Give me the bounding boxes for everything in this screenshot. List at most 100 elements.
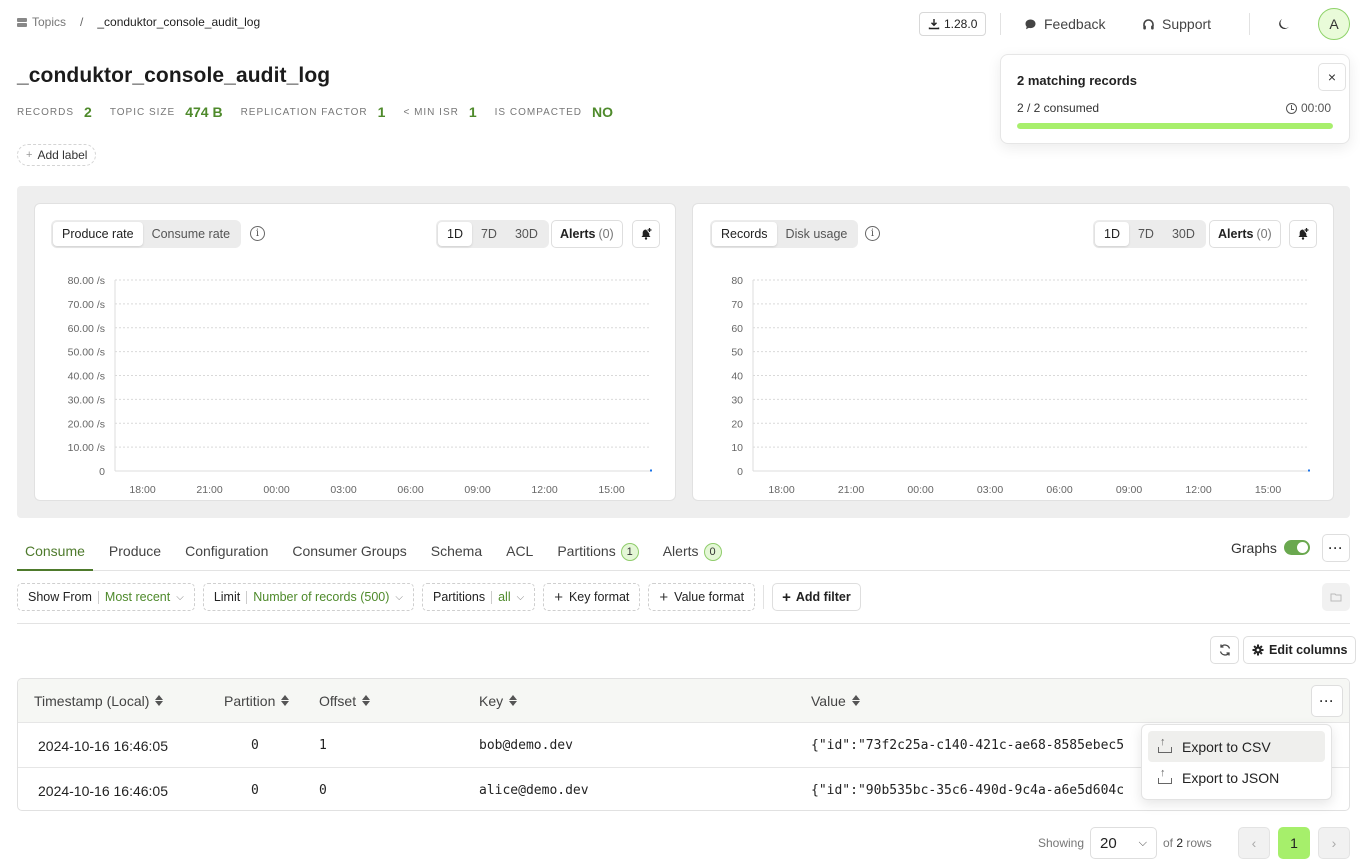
tab-records[interactable]: Records	[712, 222, 777, 246]
add-alert-button[interactable]	[1289, 220, 1317, 248]
column-label: Key	[479, 692, 504, 709]
breadcrumb-topics-label[interactable]: Topics	[32, 15, 66, 29]
x-tick-label: 03:00	[977, 484, 1003, 496]
x-tick-label: 09:00	[464, 484, 490, 496]
charts-section: Produce rate Consume rate i 1D 7D 30D Al…	[17, 186, 1350, 518]
saved-filters-button[interactable]	[1322, 583, 1350, 611]
records-chart-card: Records Disk usage i 1D 7D 30D Alerts (0…	[692, 203, 1334, 501]
toast-elapsed-value: 00:00	[1300, 101, 1331, 115]
plus-icon: +	[554, 588, 563, 606]
column-header-offset[interactable]: Offset	[319, 679, 371, 722]
tab-consume[interactable]: Consume	[17, 535, 93, 571]
refresh-button[interactable]	[1210, 636, 1239, 664]
y-tick-label: 40	[731, 371, 743, 383]
add-filter-button[interactable]: + Add filter	[772, 583, 861, 611]
add-label-text: Add label	[37, 148, 88, 162]
cell-partition: 0	[251, 783, 259, 798]
x-tick-label: 00:00	[907, 484, 933, 496]
alerts-button[interactable]: Alerts (0)	[551, 220, 623, 248]
of-label: of	[1163, 836, 1174, 850]
limit-filter[interactable]: Limit Number of records (500) ⌵	[202, 583, 414, 611]
tab-disk-usage[interactable]: Disk usage	[777, 222, 857, 246]
range-1d[interactable]: 1D	[1095, 222, 1129, 246]
range-1d[interactable]: 1D	[438, 222, 472, 246]
tab-label: Consume	[25, 543, 85, 559]
tab-produce-rate[interactable]: Produce rate	[53, 222, 143, 246]
gear-icon	[1252, 644, 1264, 656]
records-chart: 0 10 20 30 40 50 60 70 80 18:00 21:00 00:00 03:00 06:…	[731, 275, 1310, 496]
key-format-button[interactable]: + Key format	[543, 583, 641, 611]
page-size-value: 20	[1100, 834, 1117, 852]
table-actions-button[interactable]: ···	[1311, 685, 1343, 717]
column-header-partition[interactable]: Partition	[224, 679, 290, 722]
y-tick-label: 50.00 /s	[68, 347, 105, 359]
info-icon[interactable]: i	[250, 226, 265, 241]
range-30d[interactable]: 30D	[1163, 222, 1204, 246]
more-options-button[interactable]: ···	[1322, 534, 1350, 562]
previous-page-button[interactable]: ‹	[1238, 827, 1270, 859]
sort-icon	[155, 695, 164, 706]
tab-produce[interactable]: Produce	[101, 535, 169, 571]
tab-partitions[interactable]: Partitions 1	[549, 535, 646, 571]
column-header-value[interactable]: Value	[811, 679, 860, 722]
support-link[interactable]: Support	[1142, 12, 1211, 36]
cell-key: bob@demo.dev	[479, 738, 573, 753]
range-7d[interactable]: 7D	[472, 222, 506, 246]
x-tick-label: 03:00	[330, 484, 356, 496]
range-7d[interactable]: 7D	[1129, 222, 1163, 246]
export-json-menu-item[interactable]: Export to JSON	[1148, 762, 1325, 793]
column-label: Timestamp (Local)	[34, 692, 150, 709]
chevron-left-icon: ‹	[1251, 835, 1257, 851]
range-30d[interactable]: 30D	[506, 222, 547, 246]
y-tick-label: 80	[731, 275, 743, 287]
stat-value-replication-factor: 1	[377, 104, 386, 120]
y-tick-label: 20	[731, 418, 743, 430]
export-csv-menu-item[interactable]: Export to CSV	[1148, 731, 1325, 762]
breadcrumb-topics-link[interactable]: Topics	[17, 15, 66, 29]
edit-columns-button[interactable]: Edit columns	[1243, 636, 1357, 664]
next-page-button[interactable]: ›	[1318, 827, 1350, 859]
tab-label: Consumer Groups	[292, 543, 407, 559]
version-button[interactable]: 1.28.0	[919, 12, 987, 36]
value-format-button[interactable]: + Value format	[648, 583, 756, 611]
divider	[17, 623, 1350, 624]
info-icon[interactable]: i	[865, 226, 880, 241]
filter-label: Partitions	[432, 590, 486, 604]
header-divider	[1249, 13, 1250, 35]
dark-mode-toggle[interactable]	[1277, 17, 1291, 31]
cell-value: {"id":"73f2c25a-c140-421c-ae68-8585ebec5	[811, 738, 1125, 753]
graphs-toggle[interactable]	[1284, 540, 1310, 555]
version-label: 1.28.0	[944, 17, 978, 31]
tab-consume-rate[interactable]: Consume rate	[143, 222, 240, 246]
value-format-label: Value format	[674, 590, 745, 604]
tab-consumer-groups[interactable]: Consumer Groups	[284, 535, 414, 571]
feedback-link[interactable]: Feedback	[1024, 12, 1105, 36]
toast-close-button[interactable]: ×	[1318, 63, 1346, 91]
user-avatar[interactable]: A	[1318, 8, 1350, 40]
x-tick-label: 18:00	[129, 484, 155, 496]
y-tick-label: 30.00 /s	[68, 394, 105, 406]
edit-columns-label: Edit columns	[1269, 643, 1348, 657]
support-label: Support	[1162, 16, 1212, 32]
metric-switch: Produce rate Consume rate	[51, 220, 242, 248]
export-icon	[1158, 767, 1172, 784]
tab-schema[interactable]: Schema	[423, 535, 490, 571]
show-from-filter[interactable]: Show From Most recent ⌵	[17, 583, 195, 611]
x-tick-label: 21:00	[196, 484, 222, 496]
produce-rate-chart: 0 10.00 /s 20.00 /s 30.00 /s 40.00 /s 50.00 /…	[68, 275, 652, 496]
tab-acl[interactable]: ACL	[498, 535, 541, 571]
close-icon: ×	[1327, 69, 1337, 85]
column-header-timestamp[interactable]: Timestamp (Local)	[34, 679, 164, 722]
tab-configuration[interactable]: Configuration	[177, 535, 276, 571]
chevron-down-icon: ⌵	[176, 591, 184, 603]
alerts-button[interactable]: Alerts (0)	[1209, 220, 1281, 248]
topic-tabs: Consume Produce Configuration Consumer Grou…	[17, 535, 1350, 571]
column-header-key[interactable]: Key	[479, 679, 518, 722]
page-size-select[interactable]: 20 ⌵	[1090, 827, 1157, 859]
page-button-current[interactable]: 1	[1278, 827, 1310, 859]
tab-label: Schema	[430, 543, 483, 559]
tab-alerts[interactable]: Alerts 0	[655, 535, 730, 571]
partitions-filter[interactable]: Partitions all ⌵	[421, 583, 536, 611]
add-label-button[interactable]: + Add label	[17, 144, 97, 166]
add-alert-button[interactable]	[632, 220, 660, 248]
